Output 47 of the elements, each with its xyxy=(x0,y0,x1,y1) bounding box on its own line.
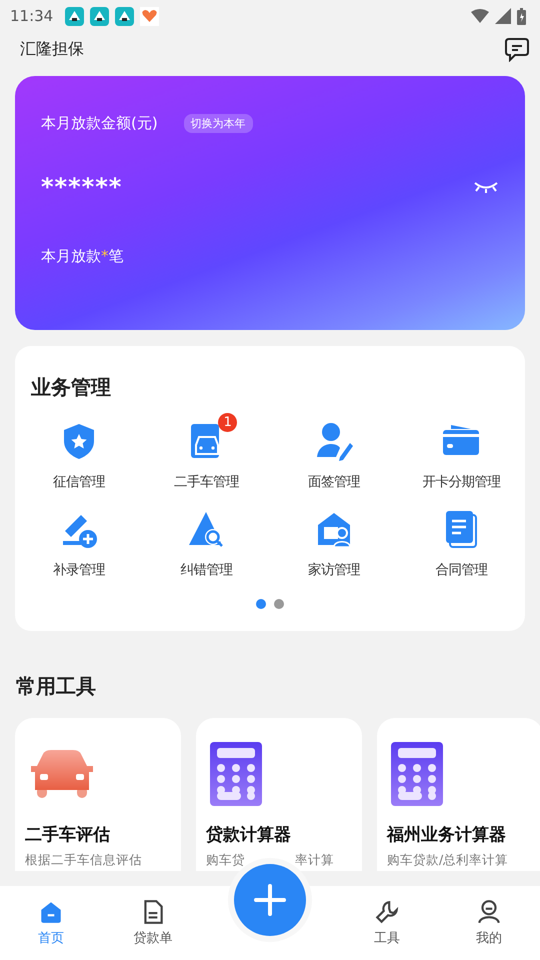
menu-item[interactable]: 面签管理 xyxy=(308,421,360,491)
car-icon xyxy=(29,750,95,798)
calculator-icon xyxy=(391,742,443,806)
section-title: 业务管理 xyxy=(30,374,112,401)
page-dot[interactable] xyxy=(256,599,266,609)
tool-subtitle: 购车贷款/总利率计算 xyxy=(387,852,510,867)
tool-card[interactable]: 贷款计算器 购车贷 率计算 xyxy=(196,718,362,871)
person-icon xyxy=(476,899,502,925)
tool-title: 贷款计算器 xyxy=(206,824,292,846)
menu-item[interactable]: 开卡分期管理 xyxy=(422,421,500,491)
menu-item[interactable]: 纠错管理 xyxy=(180,509,232,579)
wifi-icon xyxy=(471,9,489,23)
count-badge: 1 xyxy=(218,413,238,432)
menu-item[interactable]: 合同管理 xyxy=(435,509,488,579)
tool-card[interactable]: 二手车评估 根据二手车信息评估 xyxy=(15,718,181,871)
page-dot[interactable] xyxy=(274,599,284,609)
hidden-amount: ****** xyxy=(41,173,122,201)
app-title: 汇隆担保 xyxy=(20,38,84,60)
signal-icon xyxy=(495,8,511,24)
tool-card[interactable]: 福州业务计算器 购车贷款/总利率计算 xyxy=(377,718,540,871)
tool-subtitle: 率计算 xyxy=(295,852,334,867)
closed-eye-icon[interactable] xyxy=(473,180,499,194)
calculator-icon xyxy=(210,742,262,806)
tool-title: 二手车评估 xyxy=(25,824,111,846)
section-title: 常用工具 xyxy=(15,673,97,700)
tool-title: 福州业务计算器 xyxy=(387,824,507,846)
nav-tab[interactable]: 贷款单 xyxy=(102,899,204,947)
notification-icon xyxy=(90,6,110,26)
tool-subtitle: 购车贷 xyxy=(206,852,245,867)
status-time: 11:34 xyxy=(10,7,54,25)
wrench-icon xyxy=(374,899,400,925)
nav-tab[interactable]: 我的 xyxy=(438,899,540,947)
toggle-button[interactable]: 切换为本年 xyxy=(184,114,253,133)
menu-item[interactable]: 家访管理 xyxy=(308,509,360,579)
notification-icon xyxy=(115,6,134,26)
nav-tab[interactable]: 首页 xyxy=(0,899,102,947)
menu-item[interactable]: 征信管理 xyxy=(52,421,105,491)
battery-icon xyxy=(517,8,526,24)
summary-label: 本月放款金额(元) xyxy=(41,114,158,133)
menu-item[interactable]: 补录管理 xyxy=(52,509,105,579)
heart-hands-icon xyxy=(140,6,160,26)
notification-icon xyxy=(65,6,84,26)
message-icon[interactable] xyxy=(504,36,530,62)
nav-tab[interactable]: 工具 xyxy=(336,899,438,947)
loan-count: 本月放款*笔 xyxy=(41,247,124,266)
plus-icon xyxy=(254,884,286,916)
tool-subtitle: 根据二手车信息评估 xyxy=(25,852,143,867)
